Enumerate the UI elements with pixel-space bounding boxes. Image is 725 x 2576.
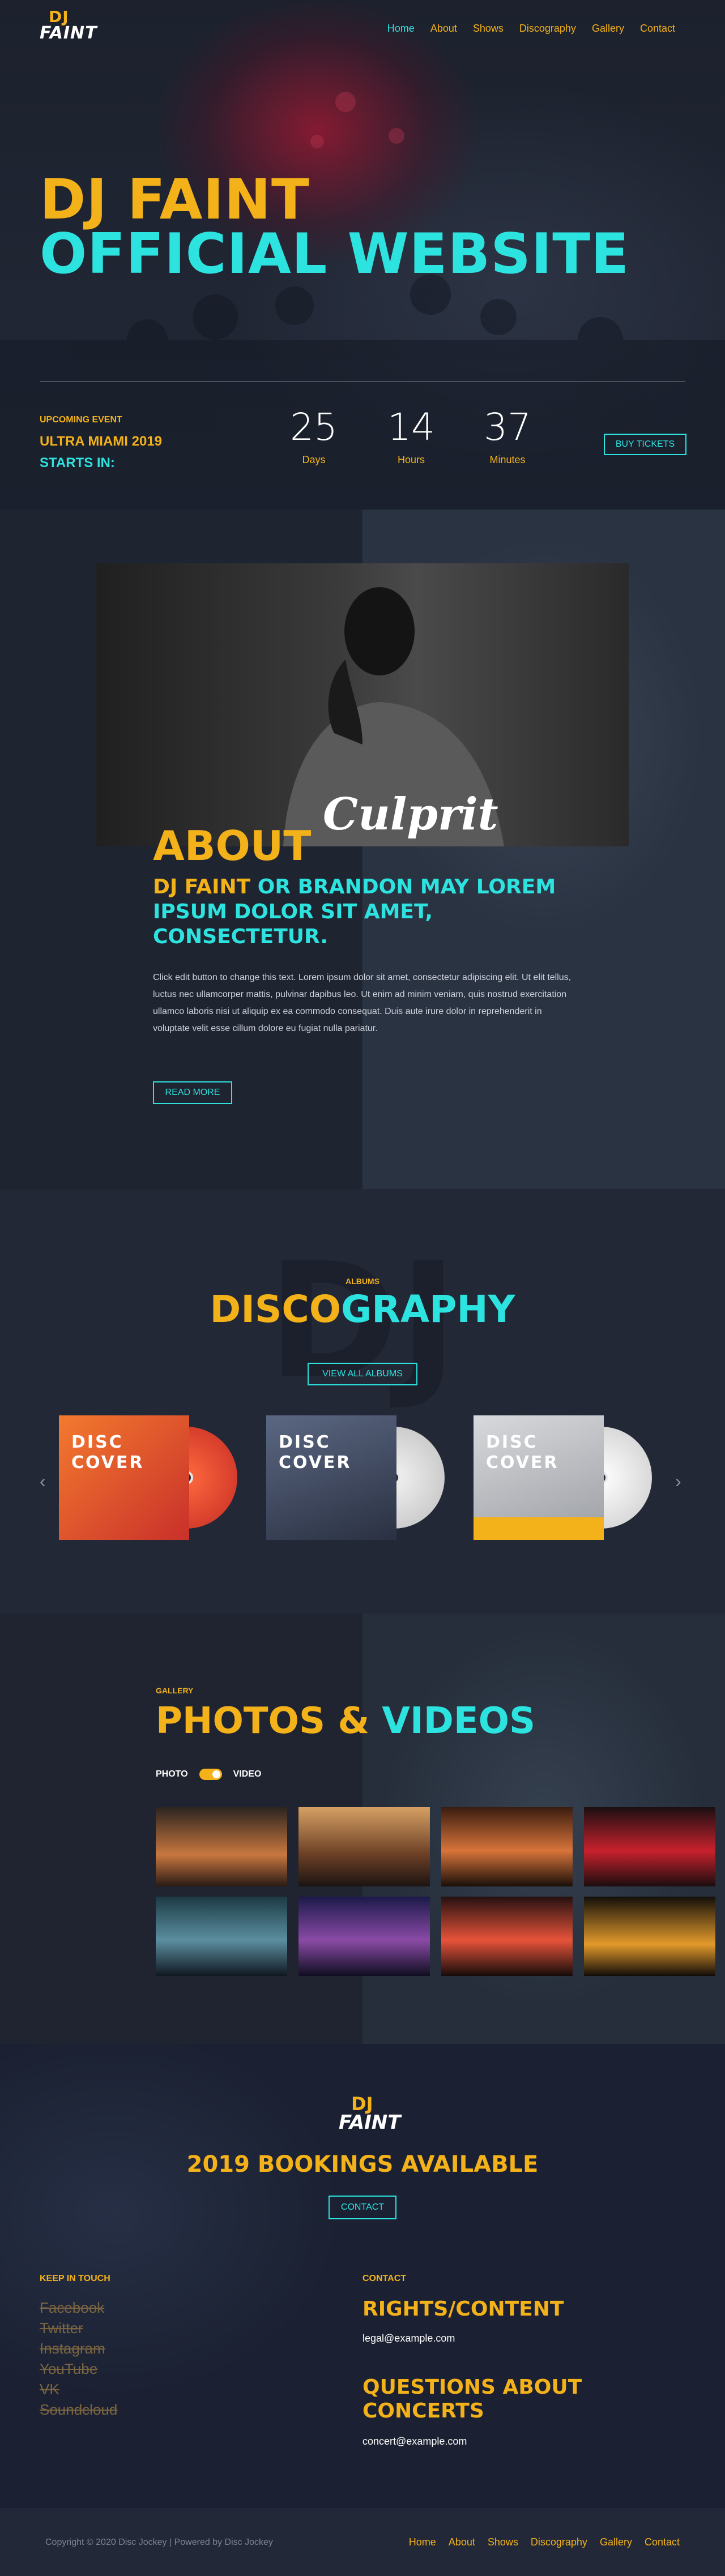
gallery-title: PHOTOS & VIDEOS — [156, 1703, 535, 1739]
media-toggle: PHOTO VIDEO — [156, 1769, 261, 1780]
footer-nav-discography[interactable]: Discography — [531, 2536, 587, 2548]
countdown-hours-label: Hours — [397, 454, 425, 465]
event-starts-label: STARTS IN: — [40, 455, 115, 470]
nav-home[interactable]: Home — [387, 23, 415, 35]
countdown-days-value: 25 — [290, 405, 338, 449]
nav-contact[interactable]: Contact — [640, 23, 675, 35]
album-cover: DISC COVER — [474, 1415, 604, 1540]
gallery-thumbnail[interactable] — [584, 1897, 715, 1976]
countdown-days: 25 Days — [280, 409, 348, 466]
photo-video-switch[interactable] — [199, 1769, 222, 1780]
contact-button[interactable]: CONTACT — [329, 2196, 396, 2219]
rights-heading: RIGHTS/CONTENT — [362, 2297, 564, 2321]
discography-title: DISCOGRAPHY — [0, 1291, 725, 1328]
album-card[interactable]: DISC COVER — [474, 1415, 666, 1540]
toggle-photo-label[interactable]: PHOTO — [156, 1769, 188, 1779]
read-more-button[interactable]: READ MORE — [153, 1081, 232, 1104]
countdown-days-label: Days — [302, 454, 326, 465]
social-link-vk[interactable]: VK — [40, 2379, 117, 2399]
discography-section: DJ — [0, 1189, 725, 1614]
keep-in-touch-heading: KEEP IN TOUCH — [40, 2274, 110, 2283]
album-card[interactable]: DISC COVER — [266, 1415, 459, 1540]
countdown-hours-value: 14 — [387, 405, 435, 449]
copyright-text: Copyright © 2020 Disc Jockey | Powered b… — [45, 2538, 273, 2547]
event-kicker: UPCOMING EVENT — [40, 415, 122, 425]
countdown-minutes: 37 Minutes — [474, 409, 541, 466]
gallery-thumbnail[interactable] — [441, 1897, 573, 1976]
site-logo[interactable]: DJ FAINT — [40, 7, 97, 43]
gallery-thumbnail[interactable] — [441, 1807, 573, 1886]
album-cover: DISC COVER — [266, 1415, 396, 1540]
shirt-text: Culprit — [323, 789, 498, 840]
discography-title-part2: GRAPHY — [340, 1287, 515, 1331]
album-cover-text: DISC COVER — [71, 1432, 144, 1473]
gallery-thumbnail[interactable] — [156, 1807, 287, 1886]
toggle-video-label[interactable]: VIDEO — [233, 1769, 262, 1779]
nav-shows[interactable]: Shows — [473, 23, 504, 35]
footer-logo-line2: FAINT — [339, 2111, 401, 2134]
footer-nav-about[interactable]: About — [449, 2536, 475, 2548]
questions-heading: QUESTIONS ABOUT CONCERTS — [362, 2376, 582, 2423]
social-link-facebook[interactable]: Facebook — [40, 2297, 117, 2318]
gallery-title-part1: PHOTOS — [156, 1700, 326, 1742]
nav-gallery[interactable]: Gallery — [592, 23, 624, 35]
contact-kicker: CONTACT — [362, 2274, 407, 2283]
gallery-thumbnail[interactable] — [156, 1897, 287, 1976]
countdown-hours: 14 Hours — [377, 409, 445, 466]
countdown-minutes-label: Minutes — [489, 454, 526, 465]
social-links: Facebook Twitter Instagram YouTube VK So… — [40, 2297, 117, 2420]
album-cover-stripe — [474, 1517, 604, 1540]
main-nav: Home About Shows Discography Gallery Con… — [387, 23, 675, 35]
about-subtitle: DJ FAINT OR BRANDON MAY LOREM IPSUM DOLO… — [153, 875, 583, 949]
gallery-thumbnail[interactable] — [298, 1807, 430, 1886]
gallery-kicker: GALLERY — [156, 1686, 194, 1695]
gallery-thumbnail[interactable] — [584, 1807, 715, 1886]
footer-nav-home[interactable]: Home — [409, 2536, 436, 2548]
portrait-figure: Culprit — [283, 587, 504, 846]
footer-logo[interactable]: DJ FAINT — [339, 2093, 400, 2134]
album-cover: DISC COVER — [59, 1415, 189, 1540]
discography-title-part1: DISCO — [210, 1287, 341, 1331]
gallery-title-part2: VIDEOS — [382, 1700, 536, 1742]
hero-divider — [40, 381, 685, 382]
footer-nav: Home About Shows Discography Gallery Con… — [409, 2536, 680, 2548]
gallery-thumbnail[interactable] — [298, 1897, 430, 1976]
rights-email[interactable]: legal@example.com — [362, 2333, 455, 2344]
event-name: ULTRA MIAMI 2019 — [40, 434, 163, 449]
footer-nav-shows[interactable]: Shows — [488, 2536, 518, 2548]
about-body-text: Click edit button to change this text. L… — [153, 973, 572, 1033]
countdown-minutes-value: 37 — [484, 405, 531, 449]
social-link-instagram[interactable]: Instagram — [40, 2338, 117, 2359]
site-header: DJ FAINT Home About Shows Discography Ga… — [0, 0, 725, 62]
footer-logo-line1: DJ — [351, 2093, 373, 2115]
footer-nav-gallery[interactable]: Gallery — [600, 2536, 632, 2548]
album-card[interactable]: DISC COVER — [59, 1415, 251, 1540]
about-title: ABOUT — [153, 822, 312, 870]
footer-nav-contact[interactable]: Contact — [645, 2536, 680, 2548]
view-all-albums-button[interactable]: VIEW ALL ALBUMS — [308, 1363, 417, 1385]
questions-email[interactable]: concert@example.com — [362, 2436, 467, 2447]
switch-knob — [212, 1770, 220, 1778]
nav-about[interactable]: About — [430, 23, 457, 35]
logo-line2: FAINT — [40, 23, 97, 43]
hero-title-line1: DJ FAINT — [40, 168, 310, 232]
bookings-heading: 2019 BOOKINGS AVAILABLE — [186, 2151, 539, 2177]
carousel-next-icon[interactable]: › — [675, 1471, 681, 1492]
social-link-twitter[interactable]: Twitter — [40, 2318, 117, 2338]
album-cover-text: DISC COVER — [486, 1432, 559, 1473]
album-cover-text: DISC COVER — [279, 1432, 352, 1473]
social-link-youtube[interactable]: YouTube — [40, 2359, 117, 2379]
hero-title-line2: OFFICIAL WEBSITE — [40, 222, 630, 286]
artist-portrait: Culprit — [96, 563, 629, 846]
gallery-title-amp: & — [325, 1700, 382, 1742]
discography-kicker: ALBUMS — [346, 1277, 379, 1286]
carousel-prev-icon[interactable]: ‹ — [40, 1471, 46, 1492]
nav-discography[interactable]: Discography — [519, 23, 576, 35]
logo-line1: DJ — [49, 7, 69, 26]
social-link-soundcloud[interactable]: Soundcloud — [40, 2399, 117, 2420]
buy-tickets-button[interactable]: BUY TICKETS — [604, 434, 686, 455]
about-subtitle-highlight: DJ FAINT — [153, 875, 251, 898]
